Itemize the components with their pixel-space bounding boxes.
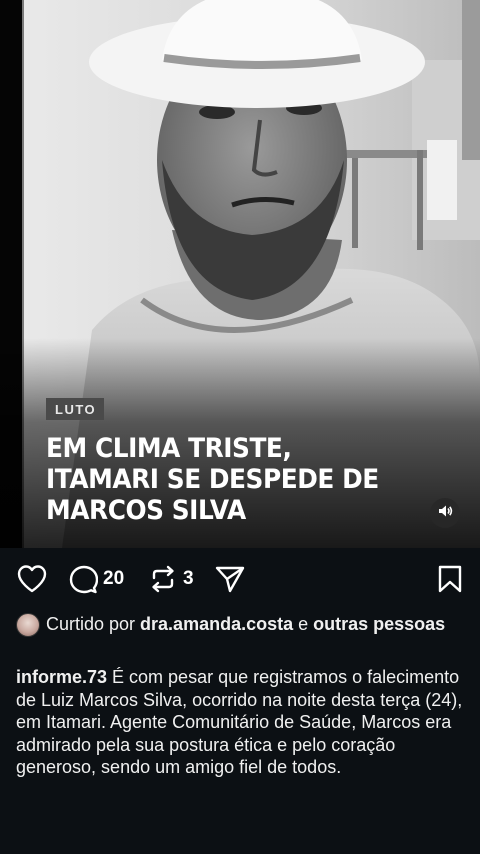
paper-plane-icon xyxy=(214,564,246,594)
reposts-count: 3 xyxy=(183,568,194,589)
post-media[interactable]: LUTO EM CLIMA TRISTE, ITAMARI SE DESPEDE… xyxy=(0,0,480,548)
comment-bubble-icon xyxy=(68,564,98,594)
post-caption: informe.73 É com pesar que registramos o… xyxy=(16,666,468,779)
post-action-bar: 20 3 xyxy=(0,560,480,600)
liker-avatar[interactable] xyxy=(16,613,40,637)
caption-username[interactable]: informe.73 xyxy=(16,667,107,687)
likes-prefix: Curtido por xyxy=(46,614,141,634)
post-headline: EM CLIMA TRISTE, ITAMARI SE DESPEDE DE M… xyxy=(46,433,379,526)
audio-toggle-button[interactable] xyxy=(430,498,460,528)
speaker-icon xyxy=(437,503,453,524)
like-button[interactable] xyxy=(16,564,48,594)
save-button[interactable] xyxy=(437,564,463,594)
category-tag: LUTO xyxy=(46,398,105,420)
repost-button[interactable]: 3 xyxy=(148,564,194,594)
share-button[interactable] xyxy=(214,564,246,594)
liker-username[interactable]: dra.amanda.costa xyxy=(140,614,293,634)
bookmark-icon xyxy=(437,564,463,594)
comments-count: 20 xyxy=(103,568,125,589)
likes-text: Curtido por dra.amanda.costa e outras pe… xyxy=(16,612,456,636)
likes-summary: Curtido por dra.amanda.costa e outras pe… xyxy=(16,612,456,637)
likes-others-link[interactable]: outras pessoas xyxy=(313,614,445,634)
comment-button[interactable]: 20 xyxy=(68,564,124,594)
heart-icon xyxy=(16,564,48,594)
repost-icon xyxy=(148,564,178,594)
likes-conjunction: e xyxy=(293,614,314,634)
